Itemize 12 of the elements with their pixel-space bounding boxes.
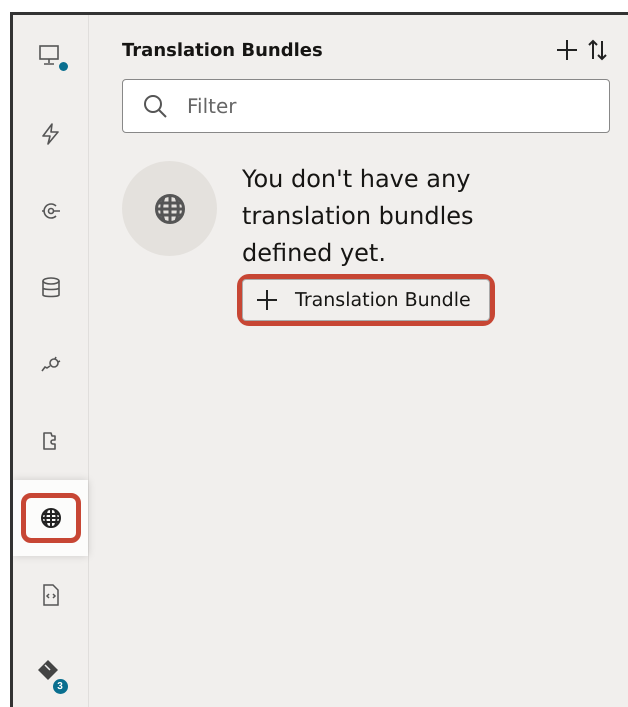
add-translation-bundle-button[interactable]: Translation Bundle [242,279,490,321]
globe-icon [38,506,62,530]
plus-icon [255,288,279,312]
add-button[interactable] [554,37,580,63]
count-badge: 3 [52,678,68,694]
empty-message: You don't have any translation bundles defined yet. [242,164,475,269]
sidebar-item[interactable] [20,493,80,544]
filter-field[interactable]: Filter [122,79,610,133]
search-icon [141,92,169,120]
panel-title: Translation Bundles [122,40,323,60]
sidebar-item[interactable]: 3 [20,646,80,697]
filter-input[interactable]: Filter [185,93,591,119]
